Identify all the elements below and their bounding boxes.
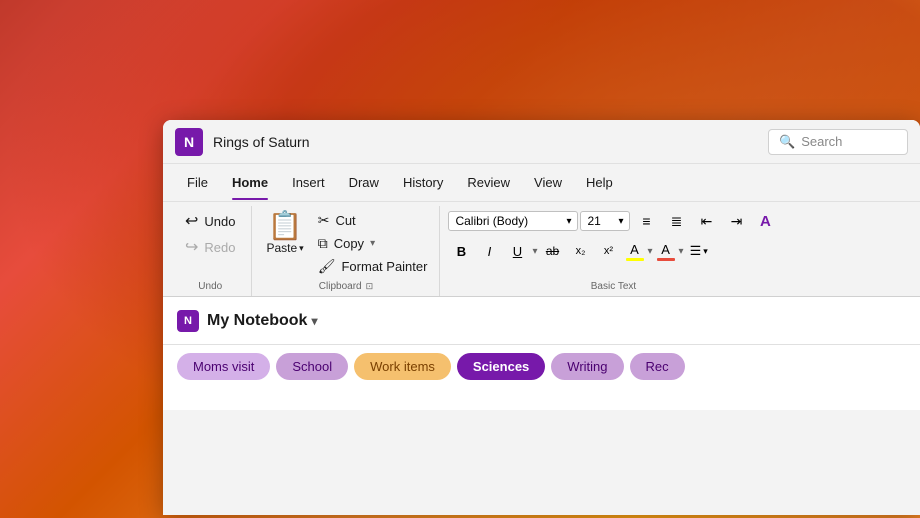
highlight-color-bar (626, 258, 644, 261)
ribbon: ↩ Undo ↪ Redo Undo 📋 Paste ▾ (163, 202, 920, 297)
increase-indent-icon: ⇥ (731, 213, 743, 230)
content-area[interactable] (163, 380, 920, 410)
menu-insert[interactable]: Insert (282, 171, 335, 194)
format-painter-label: Format Painter (341, 259, 427, 274)
copy-icon: ⧉ (318, 235, 328, 252)
app-title: Rings of Saturn (213, 134, 768, 150)
paste-label-row: Paste ▾ (266, 241, 303, 255)
format-painter-button[interactable]: 🖌 Format Painter (314, 256, 432, 277)
menu-history[interactable]: History (393, 171, 453, 194)
search-label: Search (801, 134, 842, 149)
tab-school[interactable]: School (276, 353, 348, 380)
menu-file[interactable]: File (177, 171, 218, 194)
basic-text-group: Calibri (Body) ▾ 21 ▾ ≡ ≣ (440, 206, 786, 296)
highlight-icon: A (630, 242, 639, 257)
font-row: Calibri (Body) ▾ 21 ▾ ≡ ≣ (448, 208, 778, 234)
cut-button[interactable]: ✂ Cut (314, 210, 432, 231)
notebook-bar: N My Notebook ▾ (163, 297, 920, 345)
decrease-indent-icon: ⇤ (701, 213, 713, 230)
paste-chevron-icon: ▾ (299, 243, 304, 254)
menu-help[interactable]: Help (576, 171, 623, 194)
tab-sciences[interactable]: Sciences (457, 353, 545, 380)
numbered-list-button[interactable]: ≣ (662, 208, 690, 234)
subscript-button[interactable]: x₂ (568, 238, 594, 264)
redo-button[interactable]: ↪ Redo (177, 234, 243, 260)
tab-moms-visit[interactable]: Moms visit (177, 353, 270, 380)
copy-chevron-icon: ▾ (370, 238, 375, 249)
font-color-icon: A (661, 242, 670, 257)
strikethrough-button[interactable]: ab (540, 238, 566, 264)
redo-label: Redo (204, 240, 235, 255)
increase-indent-button[interactable]: ⇥ (722, 208, 750, 234)
font-size-selector[interactable]: 21 ▾ (580, 211, 630, 231)
align-chevron-icon: ▾ (703, 246, 708, 257)
title-bar: N Rings of Saturn 🔍 Search (163, 120, 920, 164)
basic-text-group-content: Calibri (Body) ▾ 21 ▾ ≡ ≣ (448, 208, 778, 277)
undo-button[interactable]: ↩ Undo (177, 208, 243, 234)
undo-group-label: Undo (177, 277, 243, 292)
app-window: N Rings of Saturn 🔍 Search File Home Ins… (163, 120, 920, 515)
font-size: 21 (587, 214, 600, 228)
menu-review[interactable]: Review (457, 171, 520, 194)
fontsize-chevron-icon: ▾ (618, 216, 623, 227)
paste-button[interactable]: 📋 Paste ▾ (260, 208, 309, 259)
clipboard-group-label: Clipboard ⊡ (260, 277, 431, 292)
bullet-list-button[interactable]: ≡ (632, 208, 660, 234)
superscript-button[interactable]: x² (596, 238, 622, 264)
paste-label: Paste (266, 241, 297, 255)
bold-button[interactable]: B (448, 238, 474, 264)
copy-label: Copy (334, 236, 364, 251)
notebook-icon: N (177, 310, 199, 332)
format-row: B I U ▾ ab x₂ x² A ▾ A (448, 238, 778, 264)
font-chevron-icon: ▾ (566, 216, 571, 227)
highlight-button[interactable]: A (624, 241, 646, 262)
menu-view[interactable]: View (524, 171, 572, 194)
menu-bar: File Home Insert Draw History Review Vie… (163, 164, 920, 202)
bullet-list-icon: ≡ (642, 213, 650, 229)
styles-button[interactable]: A (752, 208, 778, 234)
highlight-chevron-icon[interactable]: ▾ (648, 246, 653, 257)
clipboard-group-content: 📋 Paste ▾ ✂ Cut ⧉ Copy ▾ (260, 208, 431, 277)
notebook-chevron-icon: ▾ (311, 314, 317, 328)
italic-button[interactable]: I (476, 238, 502, 264)
basic-text-group-label: Basic Text (448, 277, 778, 292)
font-color-chevron-icon[interactable]: ▾ (679, 246, 684, 257)
copy-button[interactable]: ⧉ Copy ▾ (314, 233, 432, 254)
undo-group-content: ↩ Undo ↪ Redo (177, 208, 243, 277)
font-color-button[interactable]: A (655, 241, 677, 262)
cut-icon: ✂ (318, 212, 330, 229)
font-color-bar (657, 258, 675, 261)
font-selector[interactable]: Calibri (Body) ▾ (448, 211, 578, 231)
underline-button[interactable]: U (504, 238, 530, 264)
clipboard-actions: ✂ Cut ⧉ Copy ▾ 🖌 Format Painter (314, 208, 432, 277)
decrease-indent-button[interactable]: ⇤ (692, 208, 720, 234)
redo-icon: ↪ (185, 237, 198, 257)
tab-writing[interactable]: Writing (551, 353, 623, 380)
undo-label: Undo (204, 214, 235, 229)
underline-chevron-icon[interactable]: ▾ (532, 246, 537, 257)
paste-icon: 📋 (268, 212, 303, 240)
numbered-list-icon: ≣ (671, 213, 683, 230)
tab-work-items[interactable]: Work items (354, 353, 451, 380)
tabs-row: Moms visit School Work items Sciences Wr… (163, 345, 920, 380)
alignment-button[interactable]: ☰ ▾ (686, 241, 712, 261)
undo-group: ↩ Undo ↪ Redo Undo (169, 206, 252, 296)
clipboard-expand-icon[interactable]: ⊡ (366, 281, 374, 292)
search-icon: 🔍 (779, 134, 795, 150)
menu-draw[interactable]: Draw (339, 171, 389, 194)
format-painter-icon: 🖌 (318, 258, 336, 275)
undo-icon: ↩ (185, 211, 198, 231)
search-box[interactable]: 🔍 Search (768, 129, 908, 155)
onenote-icon: N (175, 128, 203, 156)
menu-home[interactable]: Home (222, 171, 278, 194)
alignment-icon: ☰ (690, 243, 702, 259)
cut-label: Cut (335, 213, 355, 228)
notebook-title[interactable]: My Notebook ▾ (207, 312, 317, 330)
clipboard-group: 📋 Paste ▾ ✂ Cut ⧉ Copy ▾ (252, 206, 440, 296)
tab-rec[interactable]: Rec (630, 353, 685, 380)
font-name: Calibri (Body) (455, 214, 528, 228)
